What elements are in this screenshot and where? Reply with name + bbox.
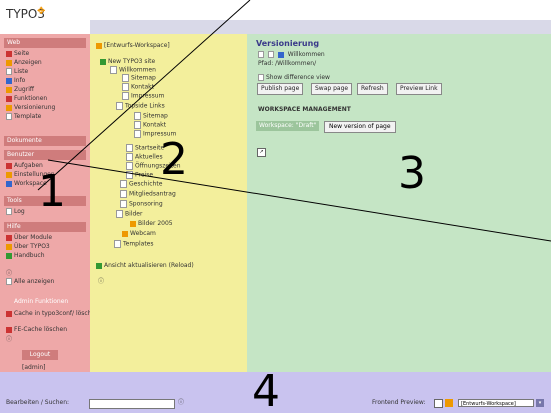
annotation-line-2 — [47, 159, 551, 242]
annotation-lines — [37, 0, 551, 242]
annotation-line-1 — [37, 0, 251, 191]
